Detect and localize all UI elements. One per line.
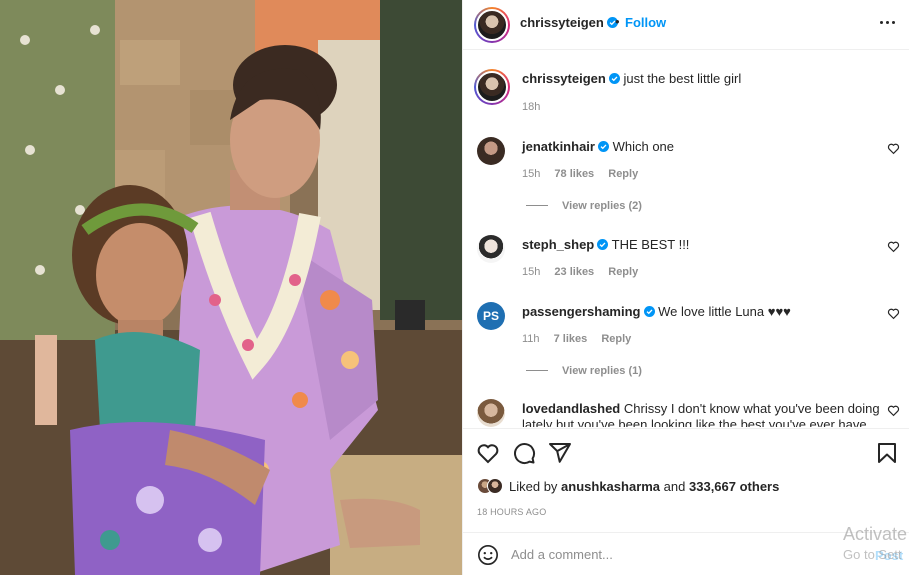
comment-username[interactable]: passengershaming	[522, 304, 641, 319]
comment-username[interactable]: lovedandlashed	[522, 401, 620, 416]
comment-meta: 15h 78 likes Reply	[522, 168, 649, 180]
caption-time: 18h	[522, 101, 541, 113]
activate-windows-subtext: Go to Sett	[843, 547, 902, 562]
likes-user[interactable]: anushkasharma	[561, 479, 660, 494]
comments-list[interactable]: chrissyteigen just the best little girl …	[463, 51, 909, 427]
caption-body: just the best little girl	[623, 71, 742, 86]
heart-icon[interactable]	[887, 240, 900, 253]
comment-icon[interactable]	[512, 441, 536, 465]
comment-text: We love little Luna ♥♥♥	[658, 304, 791, 319]
comment-avatar[interactable]	[477, 235, 505, 263]
verified-badge-icon	[597, 239, 609, 250]
comment-avatar[interactable]	[477, 137, 505, 165]
verified-badge-icon	[608, 73, 620, 84]
ps-logo-icon: PS	[482, 309, 499, 323]
reply-button[interactable]: Reply	[608, 168, 638, 180]
comment-text: Which one	[612, 139, 675, 154]
comment-body: passengershaming We love little Luna ♥♥♥	[522, 304, 884, 320]
comment-time: 11h	[522, 333, 540, 345]
comment-time: 15h	[522, 266, 541, 278]
comment-likes[interactable]: 78 likes	[554, 168, 594, 180]
photo-illustration	[0, 0, 462, 575]
view-replies-button[interactable]: View replies (1)	[526, 365, 642, 377]
view-replies-button[interactable]: View replies (2)	[526, 200, 642, 212]
comment-avatar[interactable]: PS	[477, 302, 505, 330]
heart-icon[interactable]	[887, 142, 900, 155]
likes-summary: Liked by anushkasharma and 333,667 other…	[477, 478, 779, 494]
activate-windows-watermark: Activate	[843, 524, 908, 544]
post-actions: Liked by anushkasharma and 333,667 other…	[463, 428, 909, 528]
comment-username[interactable]: jenatkinhair	[522, 139, 595, 154]
likes-others[interactable]: 333,667 others	[689, 479, 779, 494]
post-time-ago[interactable]: 18 HOURS AGO	[477, 507, 546, 517]
liker-avatar	[487, 478, 503, 494]
comment-likes[interactable]: 23 likes	[554, 266, 594, 278]
comment-body: jenatkinhair Which one	[522, 139, 884, 155]
comment-body: steph_shep THE BEST !!!	[522, 237, 884, 253]
likes-text[interactable]: Liked by anushkasharma and 333,667 other…	[509, 479, 779, 494]
post-details-panel: chrissyteigen • Follow chrissyteigen jus…	[462, 0, 909, 575]
comment-avatar[interactable]	[477, 399, 505, 427]
likes-and: and	[663, 478, 686, 494]
author-username[interactable]: chrissyteigen	[520, 15, 618, 30]
verified-badge-icon	[643, 306, 655, 317]
post-header: chrissyteigen • Follow	[463, 0, 909, 50]
heart-icon[interactable]	[887, 307, 900, 320]
author-avatar[interactable]	[474, 7, 510, 43]
emoji-icon[interactable]	[477, 544, 499, 566]
view-replies-label[interactable]: View replies (1)	[562, 365, 642, 377]
comment-likes[interactable]: 7 likes	[554, 333, 588, 345]
post-photo[interactable]	[0, 0, 462, 575]
author-username-text[interactable]: chrissyteigen	[520, 15, 604, 30]
heart-icon[interactable]	[476, 441, 500, 465]
verified-badge-icon	[597, 141, 609, 152]
share-icon[interactable]	[548, 441, 572, 465]
comment-meta: 15h 23 likes Reply	[522, 266, 649, 278]
reply-button[interactable]: Reply	[601, 333, 631, 345]
comment-meta: 11h 7 likes Reply	[522, 333, 642, 345]
view-replies-label[interactable]: View replies (2)	[562, 200, 642, 212]
caption-username[interactable]: chrissyteigen	[522, 71, 606, 86]
comment-body: lovedandlashed Chrissy I don't know what…	[522, 401, 884, 427]
heart-icon[interactable]	[887, 404, 900, 417]
more-options-icon[interactable]	[877, 12, 897, 32]
follow-button[interactable]: Follow	[625, 15, 666, 30]
bookmark-icon[interactable]	[875, 441, 899, 465]
comment-time: 15h	[522, 168, 541, 180]
separator-dot: •	[615, 14, 620, 29]
comment-username[interactable]: steph_shep	[522, 237, 594, 252]
caption-avatar[interactable]	[474, 69, 510, 105]
likes-prefix: Liked by	[509, 478, 558, 494]
comment-input[interactable]	[511, 547, 831, 562]
comment-text: THE BEST !!!	[611, 237, 690, 252]
reply-button[interactable]: Reply	[608, 266, 638, 278]
caption-text: chrissyteigen just the best little girl	[522, 71, 741, 87]
